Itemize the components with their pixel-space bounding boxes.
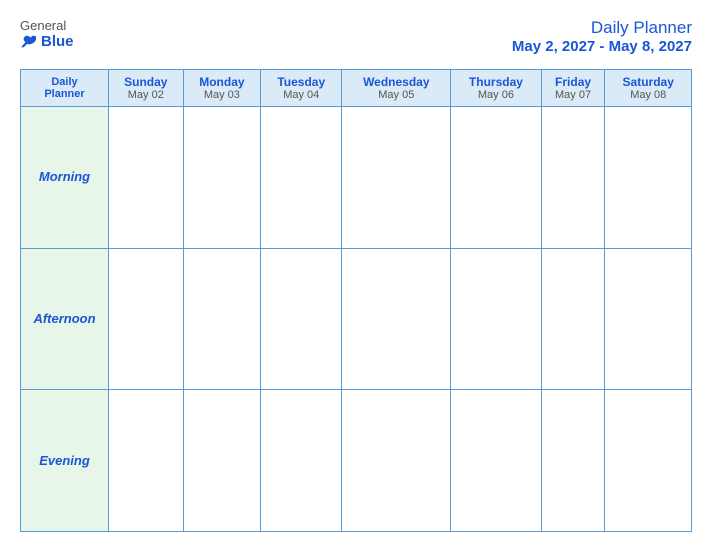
planner-date-range: May 2, 2027 - May 8, 2027 — [512, 38, 692, 55]
cell-afternoon-saturday[interactable] — [605, 248, 692, 390]
col-day-monday: Monday — [187, 75, 258, 89]
column-headers-row: Daily Planner Sunday May 02 Monday May 0… — [21, 70, 692, 107]
cell-evening-saturday[interactable] — [605, 390, 692, 532]
cell-afternoon-friday[interactable] — [541, 248, 605, 390]
header: General Blue Daily Planner May 2, 2027 -… — [20, 18, 692, 55]
cell-evening-sunday[interactable] — [109, 390, 184, 532]
logo-area: General Blue — [20, 18, 74, 50]
title-area: Daily Planner May 2, 2027 - May 8, 2027 — [512, 18, 692, 55]
col-header-tuesday: Tuesday May 04 — [261, 70, 342, 107]
cell-afternoon-tuesday[interactable] — [261, 248, 342, 390]
logo-general-text: General — [20, 18, 66, 33]
col-header-monday: Monday May 03 — [183, 70, 261, 107]
cell-morning-thursday[interactable] — [451, 107, 541, 249]
col-date-wednesday: May 05 — [345, 89, 447, 101]
col-date-friday: May 07 — [545, 89, 602, 101]
logo-bird-icon — [20, 35, 38, 49]
morning-label: Morning — [39, 169, 90, 184]
afternoon-row: Afternoon — [21, 248, 692, 390]
col-date-thursday: May 06 — [454, 89, 537, 101]
evening-row: Evening — [21, 390, 692, 532]
col-header-sunday: Sunday May 02 — [109, 70, 184, 107]
col-header-daily-planner: Daily Planner — [21, 70, 109, 107]
cell-morning-wednesday[interactable] — [342, 107, 451, 249]
row-label-evening: Evening — [21, 390, 109, 532]
afternoon-label: Afternoon — [33, 311, 95, 326]
col-day-thursday: Thursday — [454, 75, 537, 89]
col-date-saturday: May 08 — [608, 89, 688, 101]
cell-evening-wednesday[interactable] — [342, 390, 451, 532]
cell-afternoon-thursday[interactable] — [451, 248, 541, 390]
cell-morning-tuesday[interactable] — [261, 107, 342, 249]
row-label-morning: Morning — [21, 107, 109, 249]
col-day-tuesday: Tuesday — [264, 75, 338, 89]
cell-evening-friday[interactable] — [541, 390, 605, 532]
row-label-afternoon: Afternoon — [21, 248, 109, 390]
col-day-wednesday: Wednesday — [345, 75, 447, 89]
col-date-sunday: May 02 — [112, 89, 180, 101]
col-date-tuesday: May 04 — [264, 89, 338, 101]
planner-title: Daily Planner — [512, 18, 692, 38]
col-header-friday: Friday May 07 — [541, 70, 605, 107]
evening-label: Evening — [39, 453, 90, 468]
cell-afternoon-wednesday[interactable] — [342, 248, 451, 390]
cell-morning-friday[interactable] — [541, 107, 605, 249]
morning-row: Morning — [21, 107, 692, 249]
cell-afternoon-sunday[interactable] — [109, 248, 184, 390]
dp-label-planner: Planner — [24, 88, 105, 100]
cell-evening-tuesday[interactable] — [261, 390, 342, 532]
cell-afternoon-monday[interactable] — [183, 248, 261, 390]
col-header-saturday: Saturday May 08 — [605, 70, 692, 107]
cell-evening-thursday[interactable] — [451, 390, 541, 532]
col-header-wednesday: Wednesday May 05 — [342, 70, 451, 107]
col-day-saturday: Saturday — [608, 75, 688, 89]
logo-blue-text: Blue — [20, 33, 74, 50]
cell-morning-saturday[interactable] — [605, 107, 692, 249]
col-header-thursday: Thursday May 06 — [451, 70, 541, 107]
page: General Blue Daily Planner May 2, 2027 -… — [0, 0, 712, 550]
cell-morning-sunday[interactable] — [109, 107, 184, 249]
col-day-sunday: Sunday — [112, 75, 180, 89]
col-day-friday: Friday — [545, 75, 602, 89]
col-date-monday: May 03 — [187, 89, 258, 101]
dp-label-daily: Daily — [24, 76, 105, 88]
cell-evening-monday[interactable] — [183, 390, 261, 532]
calendar-table: Daily Planner Sunday May 02 Monday May 0… — [20, 69, 692, 532]
cell-morning-monday[interactable] — [183, 107, 261, 249]
